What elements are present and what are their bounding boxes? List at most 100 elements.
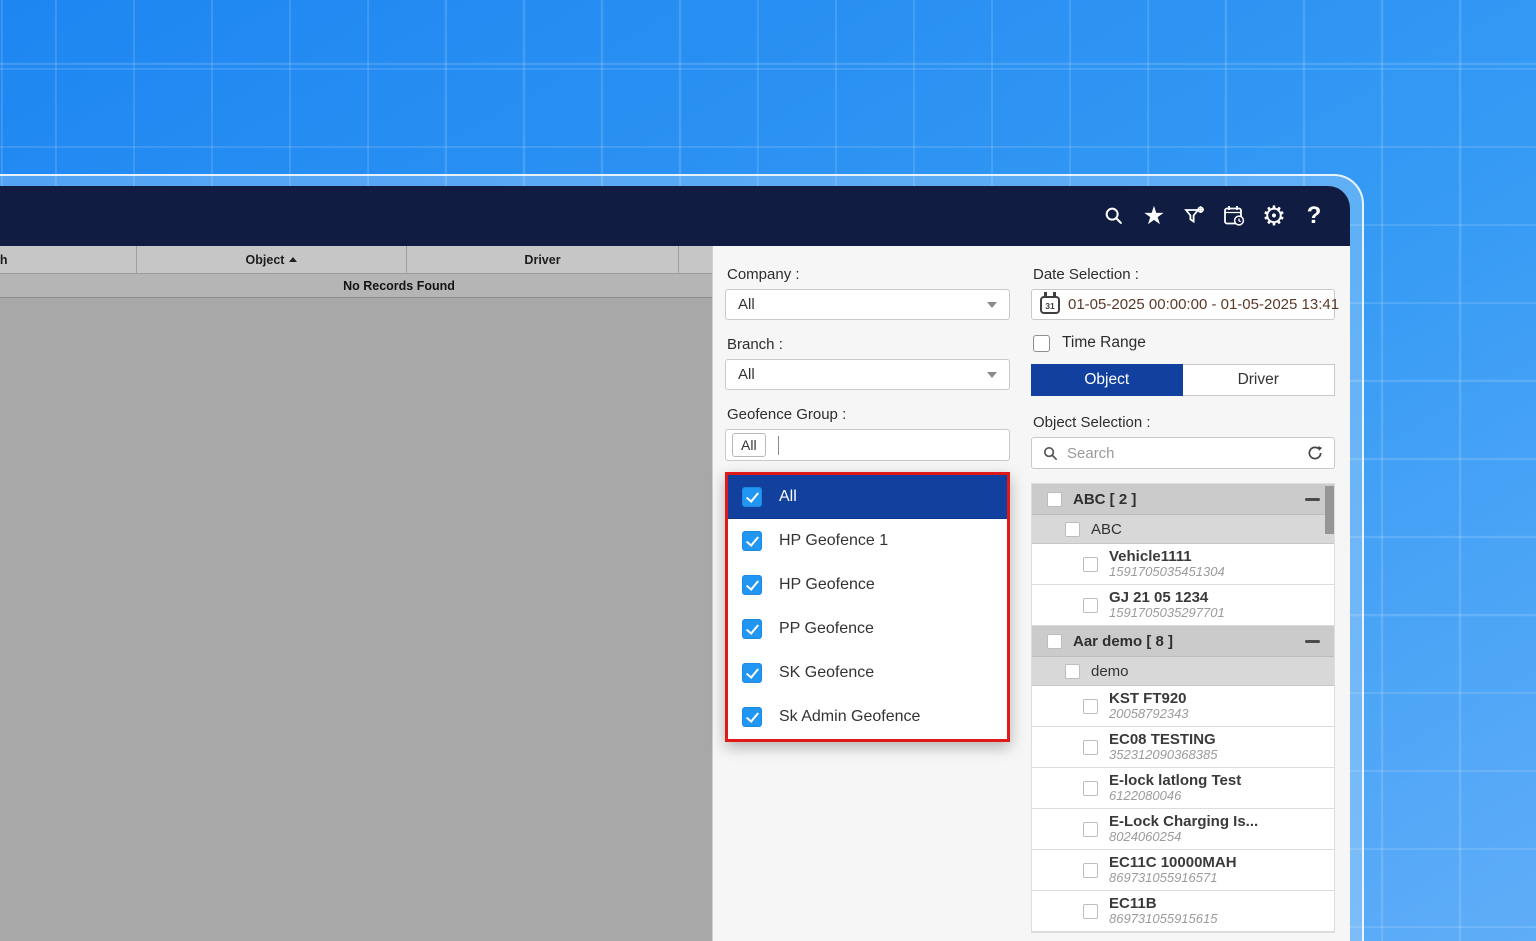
collapse-icon[interactable] (1305, 640, 1320, 643)
checked-checkbox[interactable] (742, 531, 762, 551)
object-search-box (1031, 437, 1335, 469)
object-name: GJ 21 05 1234 (1109, 589, 1225, 606)
geofence-option-hp-geofence[interactable]: HP Geofence (728, 563, 1007, 607)
geofence-option-pp-geofence[interactable]: PP Geofence (728, 607, 1007, 651)
unchecked-checkbox[interactable] (1083, 822, 1098, 837)
unchecked-checkbox[interactable] (1065, 522, 1080, 537)
tree-item-ec11b[interactable]: EC11B 869731055915615 (1032, 891, 1334, 932)
unchecked-checkbox[interactable] (1033, 335, 1050, 352)
geofence-option-all[interactable]: All (728, 475, 1007, 519)
geofence-option-sk-geofence[interactable]: SK Geofence (728, 651, 1007, 695)
checked-checkbox[interactable] (742, 575, 762, 595)
tree-item-e-lock-latlong-test[interactable]: E-lock latlong Test 6122080046 (1032, 768, 1334, 809)
tree-item-gj-21-05-1234[interactable]: GJ 21 05 1234 1591705035297701 (1032, 585, 1334, 626)
date-range-field[interactable]: 31 01-05-2025 00:00:00 - 01-05-2025 13:4… (1031, 289, 1335, 320)
tree-item-vehicle1111[interactable]: Vehicle1111 1591705035451304 (1032, 544, 1334, 585)
object-id: 8024060254 (1109, 830, 1258, 845)
object-mode-button[interactable]: Object (1031, 364, 1183, 396)
filter-panel: Company : All Branch : All Geofence Grou… (712, 246, 1350, 941)
object-id: 869731055915615 (1109, 912, 1217, 927)
company-label: Company : (727, 266, 1010, 283)
search-icon (1042, 445, 1059, 462)
tree-scrollbar-thumb[interactable] (1325, 486, 1334, 534)
object-name: Vehicle1111 (1109, 548, 1225, 565)
unchecked-checkbox[interactable] (1083, 904, 1098, 919)
unchecked-checkbox[interactable] (1047, 492, 1062, 507)
tree-group-abc[interactable]: ABC [ 2 ] (1032, 484, 1334, 515)
main-content: Branch Object Driver No Records Found Co… (0, 246, 1350, 941)
object-name: KST FT920 (1109, 690, 1189, 707)
filter-column-left: Company : All Branch : All Geofence Grou… (725, 266, 1010, 742)
tree-item-e-lock-charging[interactable]: E-Lock Charging Is... 8024060254 (1032, 809, 1334, 850)
results-table: Branch Object Driver No Records Found (0, 246, 712, 941)
filter-settings-icon[interactable] (1182, 203, 1206, 229)
no-records-row: No Records Found (0, 274, 712, 298)
help-icon[interactable]: ? (1302, 203, 1326, 229)
object-id: 352312090368385 (1109, 748, 1217, 763)
unchecked-checkbox[interactable] (1083, 863, 1098, 878)
checked-checkbox[interactable] (742, 487, 762, 507)
geofence-option-hp-geofence-1[interactable]: HP Geofence 1 (728, 519, 1007, 563)
date-selection-label: Date Selection : (1033, 266, 1335, 283)
titlebar: ★ ⚙ ? (0, 186, 1350, 246)
unchecked-checkbox[interactable] (1083, 557, 1098, 572)
tree-subgroup-abc[interactable]: ABC (1032, 515, 1334, 544)
checked-checkbox[interactable] (742, 663, 762, 683)
object-driver-toggle: Object Driver (1031, 364, 1335, 396)
branch-label: Branch : (727, 336, 1010, 353)
calendar-icon: 31 (1040, 296, 1060, 314)
tree-item-ec11c-10000mah[interactable]: EC11C 10000MAH 869731055916571 (1032, 850, 1334, 891)
date-range-value: 01-05-2025 00:00:00 - 01-05-2025 13:41 (1068, 296, 1339, 313)
unchecked-checkbox[interactable] (1083, 781, 1098, 796)
geofence-option-sk-admin-geofence[interactable]: Sk Admin Geofence (728, 695, 1007, 739)
object-name: EC11C 10000MAH (1109, 854, 1237, 871)
object-name: E-lock latlong Test (1109, 772, 1241, 789)
collapse-icon[interactable] (1305, 498, 1320, 501)
calendar-schedule-icon[interactable] (1222, 203, 1246, 229)
refresh-icon[interactable] (1306, 444, 1324, 462)
column-header-driver[interactable]: Driver (407, 246, 679, 273)
object-id: 6122080046 (1109, 789, 1241, 804)
branch-select[interactable]: All (725, 359, 1010, 390)
geofence-group-input[interactable]: All (725, 429, 1010, 461)
sort-ascending-icon (289, 257, 297, 262)
tree-item-ec08-testing[interactable]: EC08 TESTING 352312090368385 (1032, 727, 1334, 768)
geofence-group-label: Geofence Group : (727, 406, 1010, 423)
object-name: EC11B (1109, 895, 1217, 912)
checked-checkbox[interactable] (742, 707, 762, 727)
tree-item-kst-ft920[interactable]: KST FT920 20058792343 (1032, 686, 1334, 727)
unchecked-checkbox[interactable] (1065, 664, 1080, 679)
object-id: 1591705035297701 (1109, 606, 1225, 621)
time-range-label: Time Range (1062, 334, 1146, 352)
unchecked-checkbox[interactable] (1083, 699, 1098, 714)
tree-group-aar-demo[interactable]: Aar demo [ 8 ] (1032, 626, 1334, 657)
company-select[interactable]: All (725, 289, 1010, 320)
chevron-down-icon (987, 372, 997, 378)
chevron-down-icon (987, 302, 997, 308)
object-name: EC08 TESTING (1109, 731, 1217, 748)
unchecked-checkbox[interactable] (1083, 598, 1098, 613)
object-search-input[interactable] (1067, 445, 1298, 462)
geofence-group-chip[interactable]: All (732, 433, 766, 457)
object-id: 869731055916571 (1109, 871, 1237, 886)
object-name: E-Lock Charging Is... (1109, 813, 1258, 830)
checked-checkbox[interactable] (742, 619, 762, 639)
unchecked-checkbox[interactable] (1047, 634, 1062, 649)
app-window-frame: ★ ⚙ ? (0, 174, 1364, 941)
filter-column-right: Date Selection : 31 01-05-2025 00:00:00 … (1031, 266, 1335, 933)
driver-mode-button[interactable]: Driver (1183, 364, 1336, 396)
tree-subgroup-demo[interactable]: demo (1032, 657, 1334, 686)
column-header-object[interactable]: Object (137, 246, 407, 273)
search-icon[interactable] (1102, 203, 1126, 229)
text-cursor (778, 436, 779, 455)
object-selection-label: Object Selection : (1033, 414, 1335, 431)
time-range-toggle[interactable]: Time Range (1033, 334, 1335, 352)
settings-gear-icon[interactable]: ⚙ (1262, 203, 1286, 229)
unchecked-checkbox[interactable] (1083, 740, 1098, 755)
column-header-extra (679, 246, 712, 273)
app-window: ★ ⚙ ? (0, 186, 1350, 941)
table-body-empty (0, 298, 712, 941)
column-header-branch[interactable]: Branch (0, 246, 137, 273)
favorite-star-icon[interactable]: ★ (1142, 203, 1166, 229)
object-tree: ABC [ 2 ] ABC Vehicle1111 15917050354513… (1031, 483, 1335, 933)
